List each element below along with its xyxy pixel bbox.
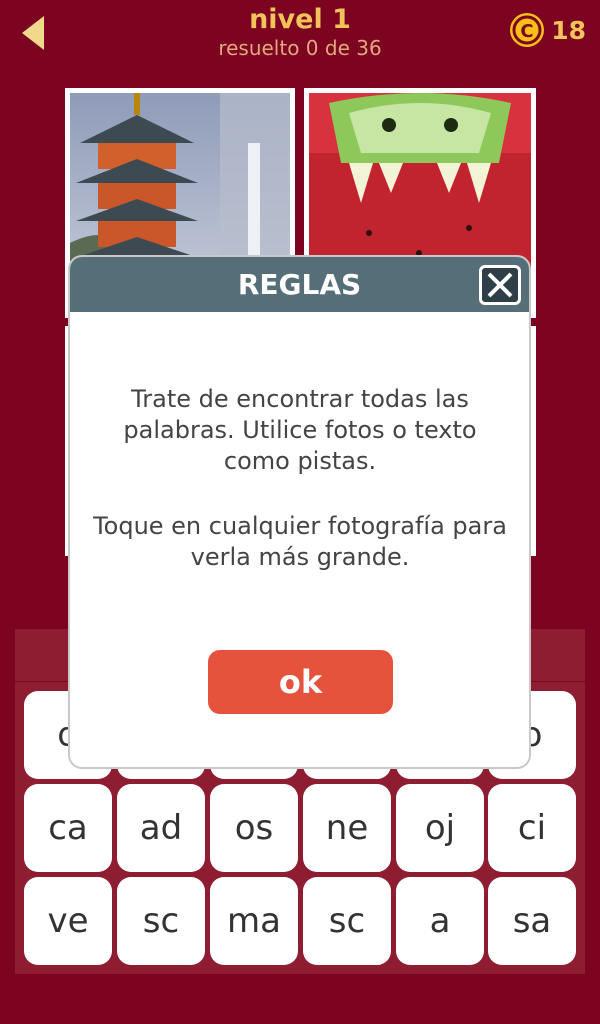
key-syllable[interactable]: os: [210, 784, 298, 872]
key-syllable[interactable]: oj: [396, 784, 484, 872]
close-icon: [487, 272, 513, 298]
coin-counter[interactable]: C 18: [509, 10, 586, 50]
key-syllable[interactable]: a: [396, 877, 484, 965]
key-syllable[interactable]: ca: [24, 784, 112, 872]
key-syllable[interactable]: ne: [303, 784, 391, 872]
dialog-header: REGLAS: [70, 257, 529, 312]
key-syllable[interactable]: sc: [117, 877, 205, 965]
key-syllable[interactable]: ve: [24, 877, 112, 965]
dialog-title: REGLAS: [237, 268, 362, 301]
rules-text: Trate de encontrar todas las palabras. U…: [123, 385, 477, 475]
coin-count: 18: [551, 15, 586, 45]
key-syllable[interactable]: ma: [210, 877, 298, 965]
coin-icon: C: [510, 13, 545, 47]
ok-button[interactable]: ok: [208, 650, 393, 714]
key-syllable[interactable]: sc: [303, 877, 391, 965]
key-syllable[interactable]: sa: [488, 877, 576, 965]
rules-dialog: REGLAS Trate de encontrar todas las pala…: [68, 255, 531, 769]
key-syllable[interactable]: ad: [117, 784, 205, 872]
key-syllable[interactable]: ci: [488, 784, 576, 872]
close-button[interactable]: [479, 265, 521, 305]
rules-hint-text: Toque en cualquier fotografía para verla…: [93, 512, 507, 571]
svg-text:C: C: [521, 21, 534, 42]
